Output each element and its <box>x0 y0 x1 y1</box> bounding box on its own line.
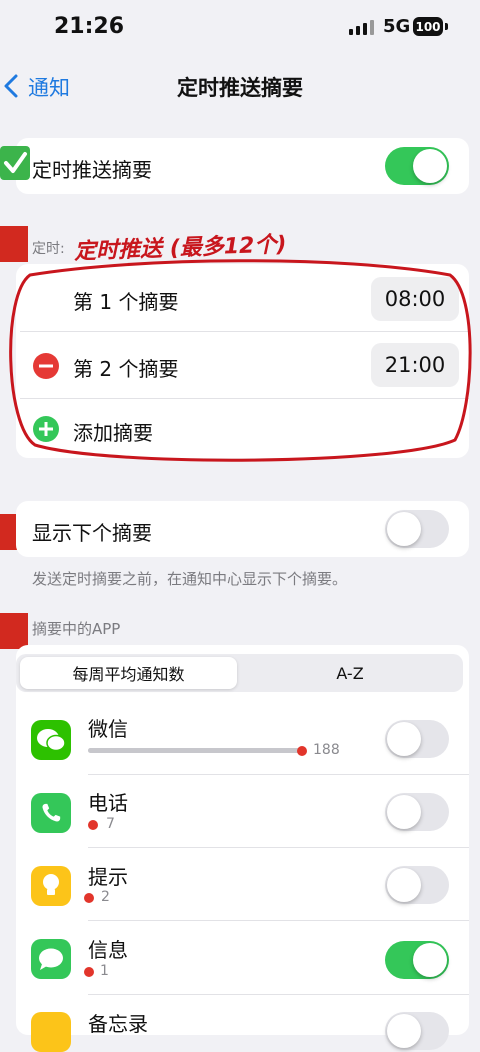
app-toggle-messages[interactable] <box>385 941 449 979</box>
usage-dot <box>84 893 94 903</box>
main-toggle-switch[interactable] <box>385 147 449 185</box>
back-chevron-icon[interactable] <box>0 72 24 100</box>
wechat-icon <box>31 720 71 760</box>
app-name-tips: 提示 <box>88 865 128 889</box>
checkmark-icon <box>0 146 30 180</box>
divider <box>88 994 469 995</box>
app-toggle-tips[interactable] <box>385 866 449 904</box>
app-count-messages: 1 <box>100 963 109 979</box>
app-toggle-phone[interactable] <box>385 793 449 831</box>
main-toggle-label: 定时推送摘要 <box>32 158 152 182</box>
usage-dot <box>84 967 94 977</box>
apps-section-header: 摘要中的APP <box>32 620 121 638</box>
segment-weekly-average[interactable]: 每周平均通知数 <box>20 657 237 689</box>
app-count-tips: 2 <box>101 889 110 905</box>
app-name-phone: 电话 <box>88 791 128 815</box>
battery-icon: 100 <box>413 17 443 36</box>
app-toggle-notes[interactable] <box>385 1012 449 1050</box>
app-count-wechat: 188 <box>313 742 340 758</box>
divider <box>88 774 469 775</box>
notes-icon <box>31 1012 71 1052</box>
app-toggle-wechat[interactable] <box>385 720 449 758</box>
next-summary-switch[interactable] <box>385 510 449 548</box>
app-count-phone: 7 <box>106 816 115 832</box>
phone-icon <box>31 793 71 833</box>
back-button[interactable]: 通知 <box>28 72 70 102</box>
app-name-messages: 信息 <box>88 938 128 962</box>
battery-tip <box>445 23 448 30</box>
tips-icon <box>31 866 71 906</box>
messages-icon <box>31 939 71 979</box>
status-time: 21:26 <box>54 14 125 39</box>
annotation-ellipse <box>9 259 472 462</box>
app-name-notes: 备忘录 <box>88 1012 148 1036</box>
divider <box>88 847 469 848</box>
usage-dot <box>88 820 98 830</box>
app-name-wechat: 微信 <box>88 717 128 741</box>
segment-a-z[interactable]: A-Z <box>240 657 460 689</box>
usage-bar-fill <box>88 748 302 753</box>
usage-dot <box>297 746 307 756</box>
signal-icon <box>349 20 374 35</box>
next-summary-footer: 发送定时摘要之前，在通知中心显示下个摘要。 <box>32 570 348 588</box>
divider <box>88 920 469 921</box>
page-title: 定时推送摘要 <box>177 76 303 100</box>
next-summary-label: 显示下个摘要 <box>32 521 152 545</box>
red-marker <box>0 613 28 649</box>
network-label: 5G <box>383 16 411 37</box>
